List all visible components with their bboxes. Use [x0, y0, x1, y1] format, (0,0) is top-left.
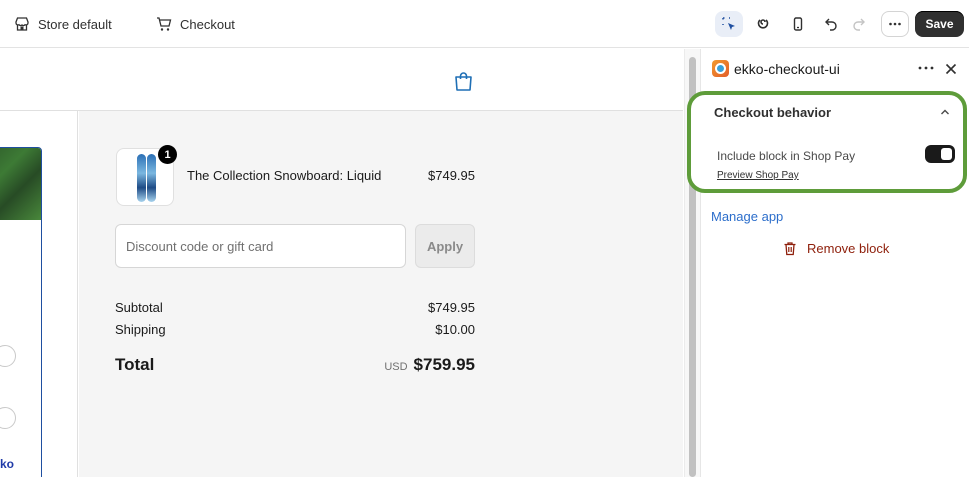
remove-block-button[interactable]: Remove block	[783, 241, 889, 256]
app-embed-button[interactable]	[749, 11, 777, 37]
snowboard-image	[137, 154, 146, 202]
undo-button[interactable]	[817, 11, 845, 37]
shop-pay-toggle[interactable]	[925, 145, 955, 163]
page-selector[interactable]: Checkout	[156, 14, 235, 34]
store-selector[interactable]: Store default	[14, 14, 112, 34]
subtotal-row: Subtotal $749.95	[115, 300, 475, 315]
checkout-preview: ko 1 The Collection Snowboard: Liquid $7…	[0, 49, 683, 477]
total-label: Total	[115, 355, 155, 374]
trash-icon	[784, 242, 796, 256]
banner-image	[0, 148, 41, 220]
total-value: $759.95	[413, 355, 475, 374]
panel-header: ekko-checkout-ui	[701, 49, 969, 87]
mobile-icon	[793, 17, 803, 31]
discount-input[interactable]	[115, 224, 406, 268]
checkout-main-column	[0, 111, 78, 477]
apply-discount-button[interactable]: Apply	[415, 224, 475, 268]
total-row: Total USD $759.95	[115, 355, 475, 375]
remove-block-label: Remove block	[807, 241, 890, 256]
redo-icon	[853, 18, 865, 31]
product-name: The Collection Snowboard: Liquid	[187, 168, 382, 183]
preview-shop-pay-link[interactable]: Preview Shop Pay	[717, 170, 799, 181]
history-controls	[817, 11, 875, 37]
checkout-header	[0, 49, 683, 111]
app-logo-icon	[712, 60, 729, 77]
redo-button[interactable]	[845, 11, 873, 37]
inspector-button[interactable]	[715, 11, 743, 37]
more-actions-button[interactable]	[881, 11, 909, 37]
close-icon[interactable]	[943, 61, 959, 77]
cart-icon	[157, 17, 172, 31]
store-icon	[15, 17, 29, 31]
order-summary: 1 The Collection Snowboard: Liquid $749.…	[79, 111, 683, 477]
more-horizontal-icon[interactable]	[917, 61, 935, 75]
embed-icon	[757, 19, 769, 29]
panel-title: ekko-checkout-ui	[734, 61, 840, 77]
chevron-up-icon[interactable]	[939, 106, 951, 118]
block-settings-panel: ekko-checkout-ui Checkout behavior Inclu…	[687, 49, 969, 477]
shop-pay-toggle-label: Include block in Shop Pay	[717, 149, 856, 163]
total-amount: USD $759.95	[384, 355, 475, 375]
mobile-view-button[interactable]	[784, 11, 812, 37]
footer-logo: ko	[0, 457, 15, 471]
page-label: Checkout	[180, 16, 235, 32]
quantity-badge: 1	[158, 145, 177, 164]
section-title[interactable]: Checkout behavior	[714, 105, 831, 120]
subtotal-value: $749.95	[428, 300, 475, 315]
snowboard-image	[147, 154, 156, 202]
total-currency: USD	[384, 361, 408, 373]
undo-icon	[825, 18, 837, 31]
more-horizontal-icon	[889, 22, 901, 26]
toggle-knob	[941, 148, 952, 160]
checkout-behavior-section: Checkout behavior Include block in Shop …	[687, 91, 967, 193]
manage-app-link[interactable]: Manage app	[711, 209, 783, 224]
select-cursor-icon	[722, 17, 735, 30]
shopping-bag-icon[interactable]	[454, 71, 473, 91]
shipping-label: Shipping	[115, 322, 166, 337]
save-button[interactable]: Save	[915, 11, 964, 37]
store-label: Store default	[38, 16, 112, 32]
editor-topbar: Store default Checkout Save	[0, 0, 969, 48]
shipping-value: $10.00	[435, 322, 475, 337]
subtotal-label: Subtotal	[115, 300, 163, 315]
shipping-row: Shipping $10.00	[115, 322, 475, 337]
product-price: $749.95	[428, 168, 475, 183]
